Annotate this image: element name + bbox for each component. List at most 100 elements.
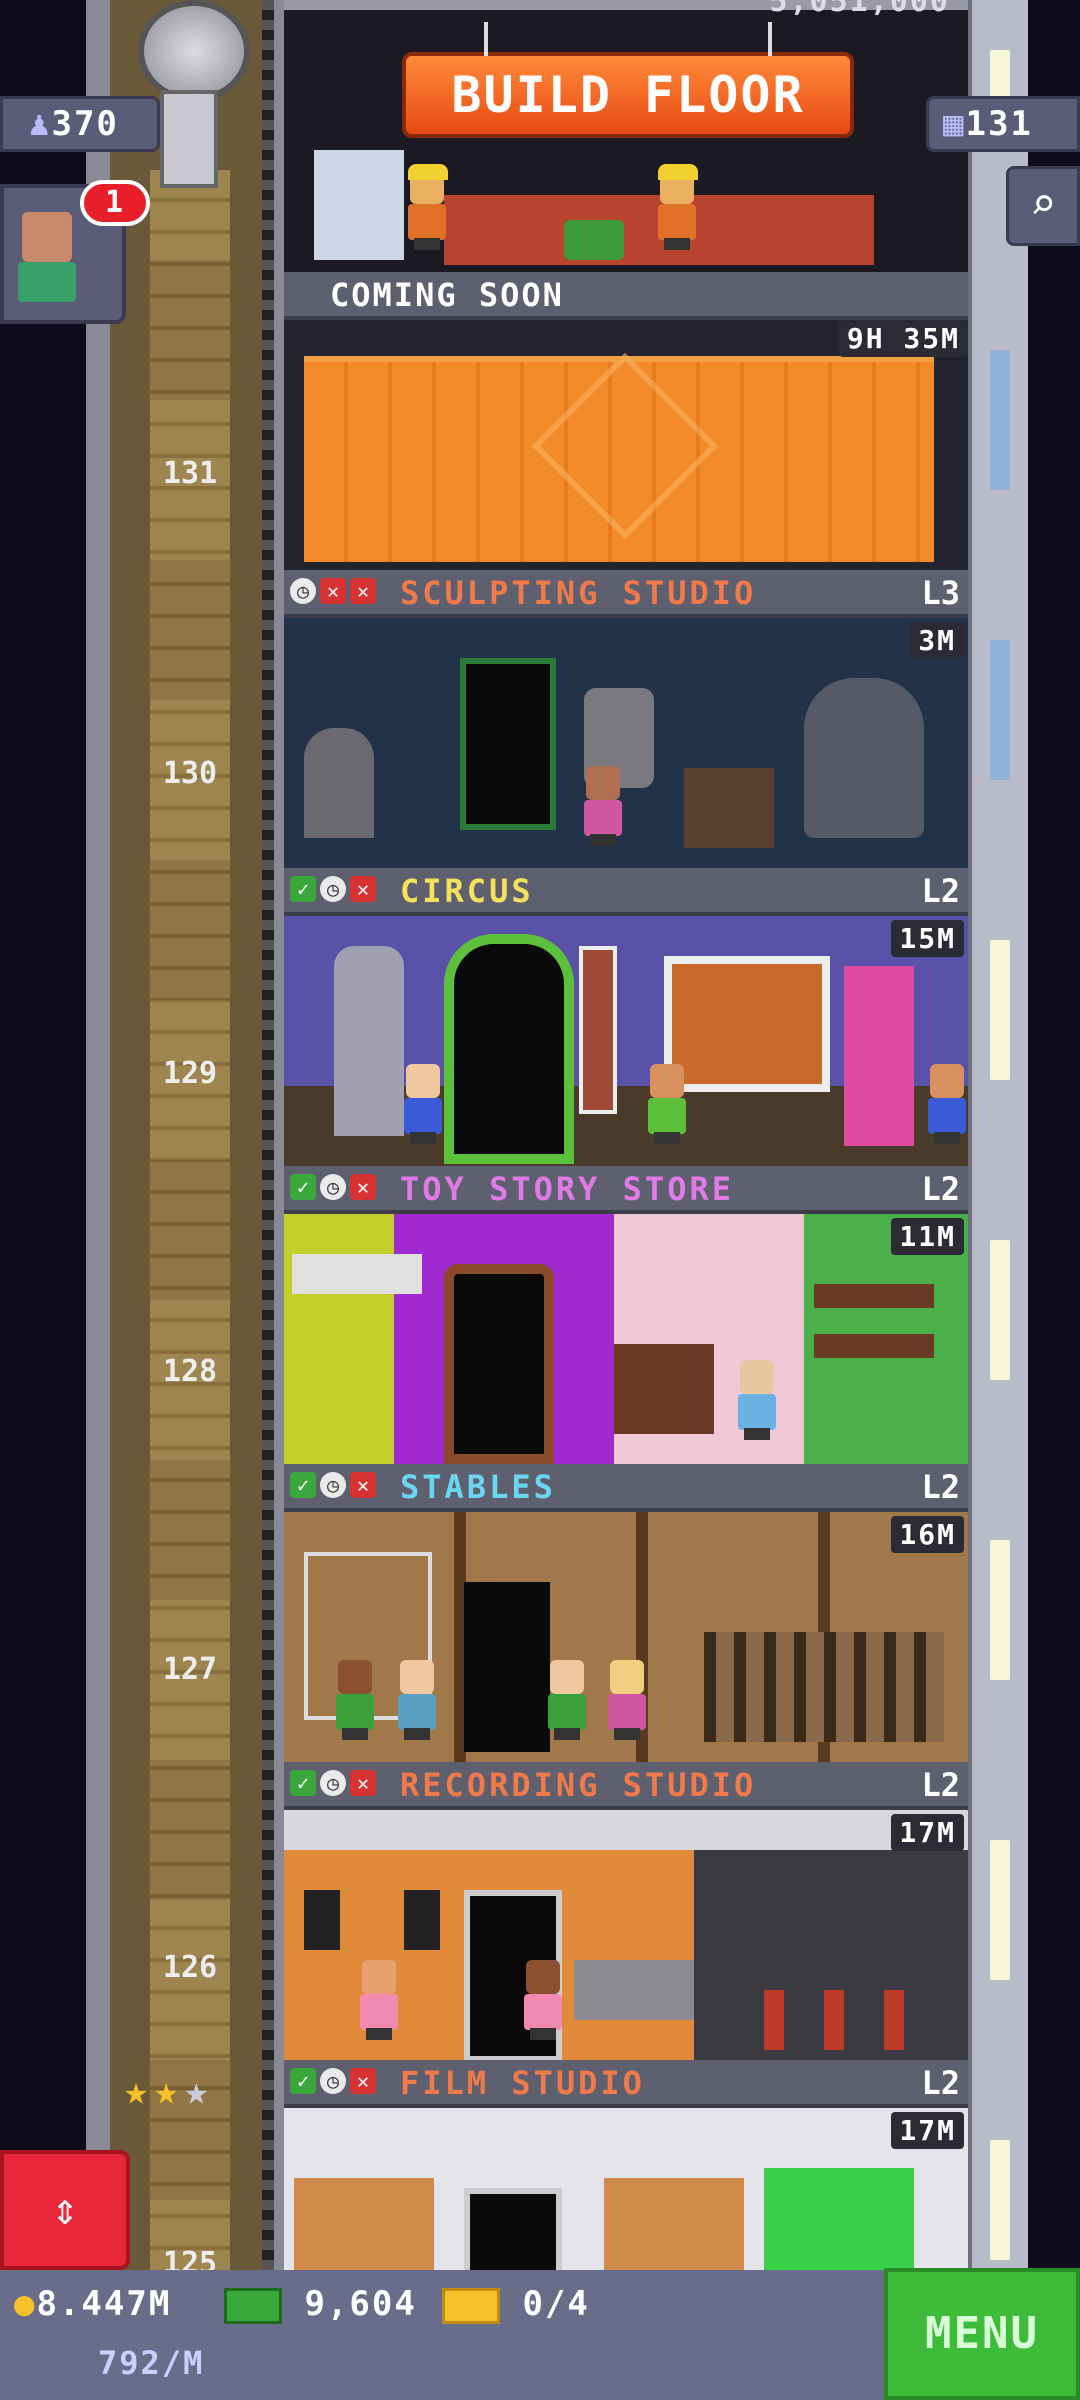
sculpture <box>804 678 924 838</box>
bitizen <box>520 1960 566 2040</box>
floor-room <box>284 1512 968 1762</box>
elevator-car[interactable] <box>160 90 218 188</box>
construction-bar: COMING SOON <box>284 272 968 320</box>
shaft-floor-number: 127 <box>162 1652 218 1687</box>
floors-counter[interactable]: ▦131 <box>926 96 1080 152</box>
bitizen <box>580 766 626 846</box>
toolbox-icon <box>564 220 624 260</box>
construction-floor[interactable] <box>284 320 968 570</box>
floor-toy-story-store[interactable]: ✓ ◷ ✕ TOY STORY STORE L2 11M <box>284 1166 968 1464</box>
green-screen <box>764 2168 914 2270</box>
shaft-floor-number: 129 <box>162 1056 218 1091</box>
bitizen <box>924 1064 970 1144</box>
floor-room <box>284 618 968 868</box>
construction-worker <box>654 164 700 250</box>
floor-timer: 16M <box>891 1516 964 1553</box>
floor-circus[interactable]: ✓ ◷ ✕ CIRCUS L2 15M <box>284 868 968 1166</box>
check-icon: ✓ <box>290 876 316 902</box>
menu-button[interactable]: MENU <box>884 2268 1080 2400</box>
clock-icon: ◷ <box>320 2068 346 2094</box>
shaft-floor-number: 126 <box>162 1950 218 1985</box>
floor-room <box>284 916 968 1166</box>
x-icon: ✕ <box>350 876 376 902</box>
crate <box>314 150 404 260</box>
population-value: 370 <box>51 104 119 144</box>
x-icon: ✕ <box>320 578 346 604</box>
floor-name: RECORDING STUDIO <box>400 1766 757 1804</box>
floor-level: L2 <box>921 2064 960 2102</box>
bitizen <box>604 1660 650 1740</box>
bux-icon <box>224 2287 282 2324</box>
check-icon: ✓ <box>290 1174 316 1200</box>
floor-film-studio[interactable]: ✓ ◷ ✕ FILM STUDIO L2 17M <box>284 2060 968 2282</box>
x-icon: ✕ <box>350 1770 376 1796</box>
shaft-floor-number: 131 <box>162 456 218 491</box>
wall-shelf <box>814 1334 934 1358</box>
toy-blocks <box>292 1254 422 1294</box>
star-icon: ★ <box>154 2068 179 2114</box>
set-wall <box>294 2178 434 2270</box>
coins-display[interactable]: ●8.447M <box>14 2284 171 2324</box>
notification-badge: 1 <box>80 180 150 226</box>
mixing-desk <box>574 1960 694 2020</box>
search-button[interactable]: ⌕ <box>1006 166 1080 246</box>
tickets-display[interactable]: 0/4 <box>442 2284 590 2324</box>
bitizen <box>544 1660 590 1740</box>
sign-hanger <box>768 22 772 56</box>
top-value: 5,051,000 <box>769 0 950 19</box>
construction-timer: 9H 35M <box>838 320 968 357</box>
bitizen <box>332 1660 378 1740</box>
x-icon: ✕ <box>350 1472 376 1498</box>
tower-right-wall <box>966 0 1028 2270</box>
bitizen-shirt <box>18 262 76 302</box>
clock-icon: ◷ <box>320 1770 346 1796</box>
shaft-floor-number: 130 <box>162 756 218 791</box>
bitizen <box>644 1064 690 1144</box>
ticket-icon <box>442 2287 500 2324</box>
floor-name: CIRCUS <box>400 872 534 910</box>
floor-stables[interactable]: ✓ ◷ ✕ STABLES L2 16M <box>284 1464 968 1762</box>
floor-timer: 3M <box>910 622 964 659</box>
floor-timer: 17M <box>891 1814 964 1851</box>
floor-level: L2 <box>921 1468 960 1506</box>
elevator-control-button[interactable]: ⇕ <box>0 2150 130 2270</box>
floor-name: SCULPTING STUDIO <box>400 574 757 612</box>
search-icon: ⌕ <box>1029 179 1057 230</box>
floor-sculpting-studio[interactable]: ◷ ✕ ✕ SCULPTING STUDIO L3 3M <box>284 570 968 868</box>
coin-icon: ● <box>14 2284 37 2324</box>
check-icon: ✓ <box>290 2068 316 2094</box>
stable-gate <box>704 1632 944 1742</box>
guitars <box>724 1990 924 2050</box>
bitizen <box>394 1660 440 1740</box>
elevator-cable <box>262 0 274 2270</box>
check-icon: ✓ <box>290 1770 316 1796</box>
build-floor-button[interactable]: BUILD FLOOR <box>402 52 854 138</box>
income-rate: 792/M <box>98 2344 205 2382</box>
elevator-motor-icon <box>138 0 250 102</box>
sign-hanger <box>484 22 488 56</box>
floor-recording-studio[interactable]: ✓ ◷ ✕ RECORDING STUDIO L2 17M <box>284 1762 968 2062</box>
elevator-stars: ★ ★ ★ <box>124 2068 208 2114</box>
person-icon: ♟ <box>29 104 52 144</box>
statue <box>334 946 404 1136</box>
floor-level: L3 <box>921 574 960 612</box>
banner <box>579 946 617 1114</box>
coming-soon-label: COMING SOON <box>330 276 564 314</box>
fortune-machine <box>844 966 914 1146</box>
bux-display[interactable]: 9,604 <box>224 2284 417 2324</box>
x-icon: ✕ <box>350 1174 376 1200</box>
floor-room <box>284 1214 968 1464</box>
tickets-value: 0/4 <box>522 2284 590 2324</box>
floor-name: FILM STUDIO <box>400 2064 645 2102</box>
check-icon: ✓ <box>290 1472 316 1498</box>
bitizen-avatar <box>22 212 72 262</box>
shaft-floor-number: 128 <box>162 1354 218 1389</box>
shelf <box>684 768 774 848</box>
floor-timer: 15M <box>891 920 964 957</box>
population-counter[interactable]: ♟370 <box>0 96 160 152</box>
floor-level: L2 <box>921 1766 960 1804</box>
building-icon: ▦ <box>943 104 966 144</box>
floor-room <box>284 2108 968 2282</box>
clock-icon: ◷ <box>320 1472 346 1498</box>
construction-worker <box>404 164 450 250</box>
